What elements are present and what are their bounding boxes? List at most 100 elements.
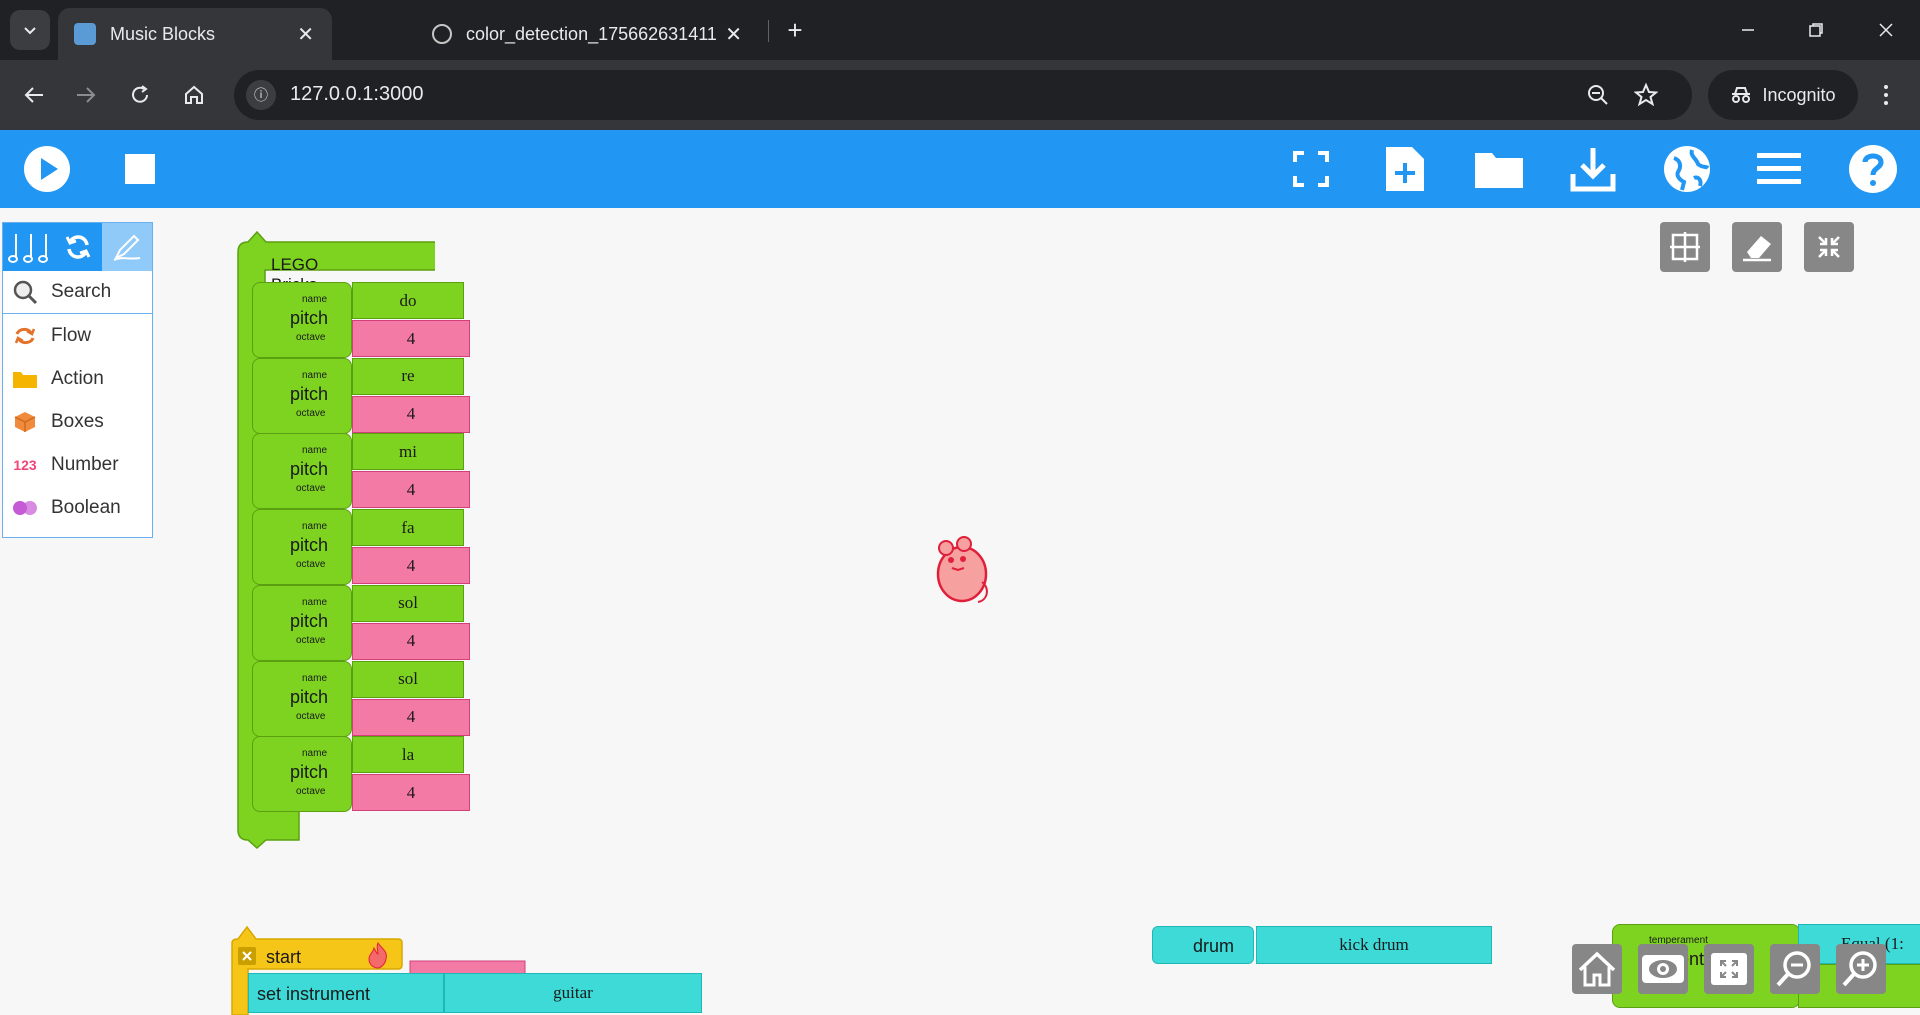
- octave-label: octave: [296, 710, 326, 722]
- zoom-out-button[interactable]: [1770, 944, 1820, 994]
- close-tab-icon[interactable]: ✕: [297, 22, 314, 47]
- instrument-value[interactable]: guitar: [444, 973, 702, 1013]
- site-info-icon[interactable]: ⓘ: [246, 80, 276, 110]
- forward-button[interactable]: [66, 75, 106, 115]
- music-blocks-favicon-icon: [74, 23, 96, 45]
- name-label: name: [302, 672, 328, 684]
- bookmark-star-icon[interactable]: [1634, 83, 1658, 107]
- expand-collapse-button[interactable]: [1704, 944, 1754, 994]
- flow-icon: [11, 324, 39, 348]
- music-palette-tab[interactable]: [3, 223, 53, 271]
- incognito-label: Incognito: [1762, 84, 1836, 105]
- zoom-in-icon: [1842, 951, 1877, 987]
- collapse-button[interactable]: [1804, 222, 1854, 272]
- widgets-palette-tab[interactable]: [102, 223, 153, 271]
- octave-value[interactable]: 4: [352, 395, 470, 433]
- play-icon: [24, 146, 70, 192]
- block-palette: Search Flow Action Boxes 123 Number Bool…: [2, 222, 153, 538]
- name-label: name: [302, 369, 328, 381]
- tab-music-blocks[interactable]: Music Blocks ✕: [58, 8, 332, 60]
- drum-value[interactable]: kick drum: [1256, 926, 1492, 964]
- close-window-button[interactable]: [1866, 12, 1906, 48]
- octave-label: octave: [296, 786, 326, 798]
- palette-item-label: Action: [51, 367, 104, 389]
- octave-value[interactable]: 4: [352, 698, 470, 736]
- octave-value[interactable]: 4: [352, 471, 470, 509]
- restore-icon: [1809, 23, 1823, 37]
- close-tab-icon[interactable]: ✕: [725, 22, 742, 47]
- action-icon: [11, 367, 39, 391]
- new-project-icon: [1386, 147, 1424, 191]
- zoom-out-icon[interactable]: [1586, 83, 1610, 107]
- name-label: name: [302, 748, 328, 760]
- palette-search[interactable]: Search: [3, 271, 152, 314]
- palette-item-boolean[interactable]: Boolean: [3, 486, 152, 529]
- octave-value[interactable]: 4: [352, 774, 470, 812]
- tab-color-detection[interactable]: color_detection_175662631411 ✕: [416, 8, 760, 60]
- palette-item-label: Number: [51, 453, 119, 475]
- minimize-icon: [1742, 29, 1754, 31]
- play-button[interactable]: [22, 144, 72, 194]
- palette-item-boxes[interactable]: Boxes: [3, 400, 152, 443]
- palette-item-number[interactable]: 123 Number: [3, 443, 152, 486]
- grid-button[interactable]: [1660, 222, 1710, 272]
- show-hide-blocks-button[interactable]: [1638, 944, 1688, 994]
- octave-label: octave: [296, 559, 326, 571]
- clear-button[interactable]: [1732, 222, 1782, 272]
- flow-palette-tab[interactable]: [52, 223, 103, 271]
- reload-button[interactable]: [120, 75, 160, 115]
- restore-button[interactable]: [1796, 12, 1836, 48]
- mouse-turtle-icon[interactable]: [930, 534, 990, 606]
- more-vert-icon: [1884, 85, 1888, 105]
- help-button[interactable]: [1848, 144, 1898, 194]
- home-view-button[interactable]: [1572, 944, 1622, 994]
- palette-item-label: Flow: [51, 324, 92, 346]
- minimize-button[interactable]: [1728, 12, 1768, 48]
- omnibox[interactable]: ⓘ 127.0.0.1:3000: [234, 70, 1692, 120]
- new-tab-button[interactable]: +: [775, 12, 815, 48]
- tab-list-button[interactable]: [10, 10, 50, 50]
- octave-value[interactable]: 4: [352, 320, 470, 357]
- number-icon: 123: [13, 456, 37, 473]
- note-name-value[interactable]: do: [352, 282, 464, 319]
- note-name-value[interactable]: mi: [352, 433, 464, 471]
- tab-title: color_detection_175662631411: [466, 23, 716, 44]
- boxes-icon: [11, 410, 39, 434]
- fullscreen-icon: [1293, 151, 1329, 187]
- name-label: name: [302, 521, 328, 533]
- note-name-value[interactable]: sol: [352, 584, 464, 622]
- arrow-left-icon: [24, 87, 43, 103]
- main-menu-button[interactable]: [1754, 144, 1804, 194]
- set-instrument-block[interactable]: set instrument: [248, 973, 444, 1013]
- chevron-down-icon: [24, 27, 36, 35]
- fullscreen-button[interactable]: [1286, 144, 1336, 194]
- pitch-label: pitch: [290, 610, 329, 631]
- octave-value[interactable]: 4: [352, 622, 470, 660]
- home-button[interactable]: [174, 75, 214, 115]
- tab-divider: [768, 20, 769, 42]
- reload-icon: [132, 85, 148, 103]
- new-project-button[interactable]: [1380, 144, 1430, 194]
- stop-button[interactable]: [115, 144, 165, 194]
- save-button[interactable]: [1568, 144, 1618, 194]
- back-button[interactable]: [14, 75, 54, 115]
- close-icon: [1879, 23, 1893, 37]
- octave-value[interactable]: 4: [352, 547, 470, 585]
- open-project-button[interactable]: [1474, 144, 1524, 194]
- note-name-value[interactable]: fa: [352, 509, 464, 547]
- zoom-in-button[interactable]: [1836, 944, 1886, 994]
- octave-label: octave: [296, 332, 326, 343]
- palette-item-flow[interactable]: Flow: [3, 314, 152, 357]
- note-name-value[interactable]: sol: [352, 660, 464, 698]
- language-button[interactable]: [1662, 144, 1712, 194]
- eye-icon: [1642, 955, 1684, 983]
- note-name-value[interactable]: re: [352, 357, 464, 395]
- fire-icon[interactable]: [366, 941, 390, 969]
- palette-item-action[interactable]: Action: [3, 357, 152, 400]
- start-icon: [238, 947, 256, 965]
- note-name-value[interactable]: la: [352, 736, 464, 774]
- incognito-indicator[interactable]: Incognito: [1708, 70, 1858, 120]
- browser-menu-button[interactable]: [1866, 75, 1906, 115]
- eraser-icon: [1743, 236, 1771, 262]
- url-text[interactable]: 127.0.0.1:3000: [290, 83, 423, 106]
